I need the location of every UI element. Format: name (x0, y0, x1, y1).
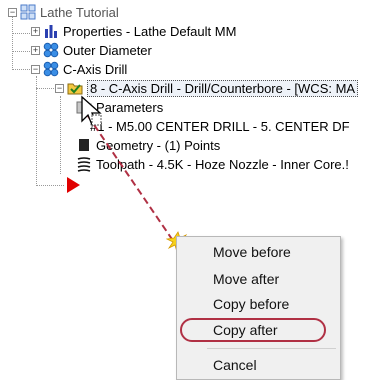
menu-item-move-after[interactable]: Move after (213, 271, 279, 287)
menu-separator (207, 348, 336, 349)
menu-item-copy-before[interactable]: Copy before (213, 296, 289, 312)
highlight-oval (180, 318, 326, 342)
menu-item-move-before[interactable]: Move before (213, 244, 291, 260)
drag-cursor-icon (81, 95, 102, 126)
context-menu: Move before Move after Copy before Copy … (176, 236, 341, 380)
menu-item-cancel[interactable]: Cancel (213, 357, 257, 373)
